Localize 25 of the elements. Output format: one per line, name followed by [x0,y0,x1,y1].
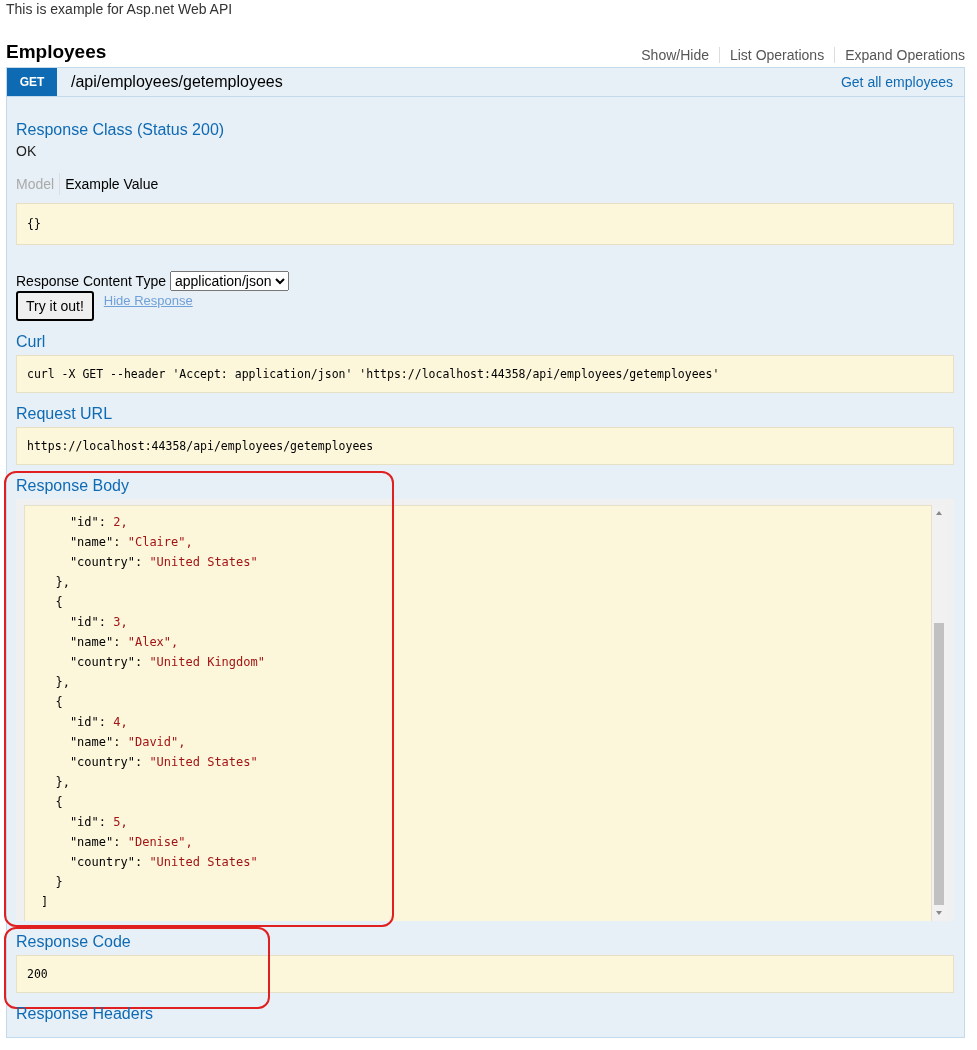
resource-link[interactable]: List Operations [718,47,835,63]
resource-title: Employees [6,41,107,63]
section-title: Response Class (Status 200) [16,121,226,139]
code-block: {} [16,203,954,245]
section-title: Request URL [16,405,114,423]
model-tab[interactable]: Example Value [59,173,164,195]
section-title: Response Headers [16,1005,154,1023]
try-it-out-button[interactable]: Try it out! [16,291,94,321]
content-type-select[interactable]: application/json [169,271,289,291]
code-block: curl -X GET --header 'Accept: application/json' 'https://localhost:44358/api/employees/getemployees' [16,355,954,393]
api-description: This is example for Asp.net Web API [6,1,234,17]
operation-header[interactable]: GET /api/employees/getemployees Get all employees [7,68,964,97]
status-text: OK [16,143,38,159]
code-block: 200 [16,955,954,993]
code-block: https://localhost:44358/api/employees/getemployees [16,427,954,465]
code-block: "id": 2, "name": "Claire", "country": "United States" }, { "id": 3, "name": "Alex", "country": "United Kingdom" }, { "id": 4, "name": "David", "country": "United States" }, { "id": 5, "name": "Denise", "country": "United States" } ] [24,505,932,921]
section-title: Response Body [16,477,130,495]
endpoint-path[interactable]: /api/employees/getemployees [71,73,841,91]
operation-summary[interactable]: Get all employees [840,74,964,90]
section-title: Response Code [16,933,132,951]
section-title: Curl [16,333,47,351]
method-badge: GET [7,68,57,96]
resource-link[interactable]: Show/Hide [631,47,719,63]
field-label: Response Content Type [16,273,166,289]
resource-link[interactable]: Expand Operations [834,47,965,63]
